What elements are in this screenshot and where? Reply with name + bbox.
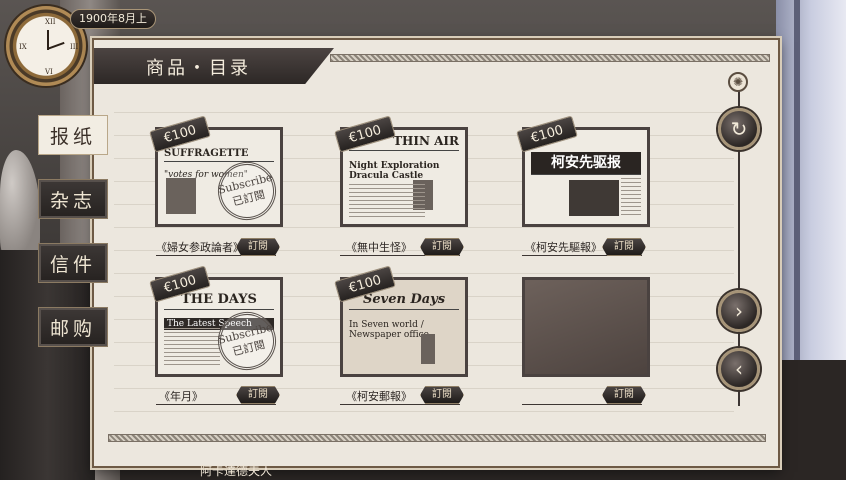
- statue-image: [0, 150, 40, 260]
- subscribe-button[interactable]: 訂閱: [602, 386, 646, 404]
- refresh-button[interactable]: ↻: [718, 108, 760, 150]
- page-title: 商品・目录: [146, 58, 251, 79]
- headline: Night Exploration Dracula Castle: [349, 161, 440, 181]
- item-label: 《柯安先驅報》: [525, 241, 602, 254]
- tab-magazine[interactable]: 杂志: [38, 179, 108, 219]
- item-label: 《婦女参政論者》: [156, 241, 244, 254]
- subscribe-button[interactable]: 訂閱: [236, 238, 280, 256]
- statue-pedestal: [0, 250, 95, 480]
- photo: [421, 334, 435, 364]
- divider: [522, 404, 642, 405]
- subscribe-button[interactable]: 訂閱: [236, 386, 280, 404]
- tab-letters[interactable]: 信件: [38, 243, 108, 283]
- photo: [166, 178, 196, 214]
- tab-newspaper[interactable]: 报纸: [38, 115, 108, 155]
- subscribe-button[interactable]: 訂閱: [420, 238, 464, 256]
- date-badge: 1900年8月上: [70, 9, 156, 29]
- gear-icon: ✺: [728, 72, 748, 92]
- background-desk: [776, 360, 846, 480]
- item-label: 《年月》: [159, 390, 203, 403]
- next-page-button[interactable]: ›: [718, 290, 760, 332]
- header-divider: [330, 54, 770, 62]
- prev-page-button[interactable]: ‹: [718, 348, 760, 390]
- tab-mail-order[interactable]: 邮购: [38, 307, 108, 347]
- masthead: SUFFRAGETTE: [164, 148, 274, 162]
- dialog-text: 阿卡達德夫人: [200, 464, 273, 478]
- divider: [156, 404, 276, 405]
- photo: [569, 180, 619, 216]
- text-columns: [349, 184, 425, 218]
- text-columns: [621, 178, 641, 218]
- catalog-item-empty: [522, 277, 650, 377]
- item-label: 《無中生怪》: [346, 241, 412, 254]
- subscribe-button[interactable]: 訂閱: [602, 238, 646, 256]
- subscribe-button[interactable]: 訂閱: [420, 386, 464, 404]
- divider: [340, 404, 460, 405]
- masthead: 柯安先驱报: [531, 152, 641, 175]
- text-columns: [164, 328, 220, 368]
- footer-divider: [108, 434, 766, 442]
- headline: In Seven world / Newspaper office: [349, 320, 429, 340]
- item-label: 《柯安郵報》: [346, 390, 412, 403]
